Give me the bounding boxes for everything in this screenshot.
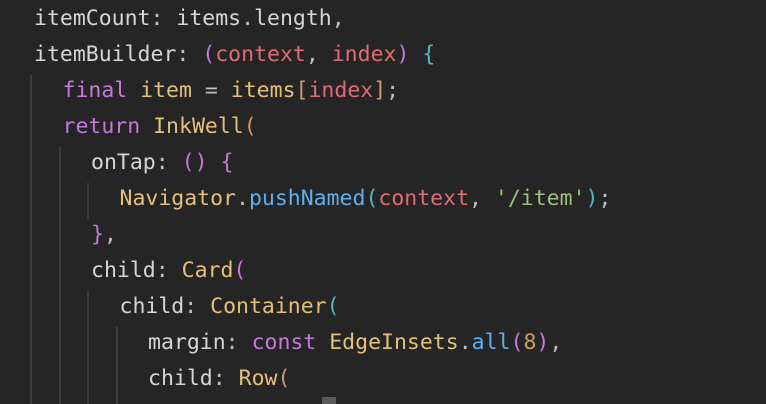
code-line-text: child: Container(: [120, 289, 340, 325]
code-line-text: child: Card(: [91, 253, 246, 289]
code-token-prop: margin: [148, 330, 226, 355]
code-token-fn: pushNamed: [248, 186, 366, 211]
code-line[interactable]: child: Row(: [0, 361, 766, 397]
code-token-bracket: (: [243, 114, 257, 139]
code-token-bracket: [: [295, 78, 309, 103]
code-line-text: onTap: () {: [91, 145, 233, 181]
code-token-param: context: [215, 42, 306, 67]
code-token-class: EdgeInsets: [329, 330, 459, 355]
code-token-num: 8: [523, 330, 537, 355]
code-token-paren2: (: [365, 186, 379, 211]
code-token-punct: .: [458, 330, 472, 355]
code-token-bracket: ]: [373, 78, 387, 103]
code-token-plain: items: [176, 6, 242, 31]
code-token-class: item: [140, 78, 192, 103]
text-cursor: [322, 397, 336, 404]
code-token-kw: const: [251, 330, 330, 355]
code-token-param: context: [378, 186, 470, 211]
code-token-class: InkWell: [153, 114, 244, 139]
code-token-plain: length: [254, 6, 332, 31]
code-line-text: child: Row(: [148, 361, 290, 397]
code-token-paren2: (: [326, 294, 340, 319]
code-line[interactable]: Navigator.pushNamed(context, '/item');: [0, 181, 766, 217]
code-token-paren1: (: [233, 258, 247, 283]
code-token-prop: child: [119, 294, 185, 319]
code-token-paren2: ): [585, 186, 599, 211]
code-token-class: Card: [181, 258, 234, 283]
code-token-punct: :: [184, 294, 211, 319]
code-token-paren1: (: [202, 42, 216, 67]
code-line-text: itemCount: items.length,: [34, 1, 345, 37]
code-line[interactable]: itemBuilder: (context, index) {: [0, 37, 766, 73]
code-token-param: index: [331, 42, 397, 67]
code-token-kw: final: [62, 78, 141, 103]
code-token-punct: ;: [386, 78, 400, 103]
code-line[interactable]: final item = items[index];: [0, 73, 766, 109]
code-token-punct: ,: [331, 6, 345, 31]
code-token-punct: :: [150, 6, 177, 31]
code-line[interactable]: child: Container(: [0, 289, 766, 325]
code-token-punct: :: [176, 42, 203, 67]
code-line-text: },: [91, 217, 117, 253]
code-token-punct: :: [155, 150, 182, 175]
code-token-fn: all: [471, 330, 511, 355]
code-line-text: itemBuilder: (context, index) {: [34, 37, 435, 73]
code-line-text: margin: const EdgeInsets.all(8),: [148, 325, 562, 361]
code-token-prop: itemCount: [34, 6, 151, 31]
code-token-punct: :: [212, 366, 239, 391]
code-line[interactable]: itemCount: items.length,: [0, 1, 766, 37]
code-token-punct: :: [155, 258, 182, 283]
code-line[interactable]: return InkWell(: [0, 109, 766, 145]
code-token-punct: ;: [598, 186, 612, 211]
code-token-prop: child: [148, 366, 213, 391]
code-token-param: index: [308, 78, 374, 103]
code-token-prop: itemBuilder: [34, 42, 177, 67]
code-line-text: final item = items[index];: [63, 73, 400, 109]
code-token-paren1: ): [536, 330, 550, 355]
code-line[interactable]: },: [0, 217, 766, 253]
code-line[interactable]: onTap: () {: [0, 145, 766, 181]
code-token-punct: .: [241, 6, 255, 31]
code-editor[interactable]: itemCount: items.length, itemBuilder: (co…: [0, 0, 766, 404]
code-token-paren2: {: [422, 42, 436, 67]
code-token-paren1: (: [510, 330, 524, 355]
code-token-paren1: }: [91, 222, 104, 247]
code-token-class: Navigator: [119, 186, 237, 211]
code-token-paren1: (): [181, 150, 221, 175]
code-token-punct: =: [191, 78, 231, 103]
code-token-class: Row: [238, 366, 278, 391]
code-line-text: return InkWell(: [63, 109, 257, 145]
code-token-bracket: (: [277, 366, 291, 391]
code-token-prop: child: [91, 258, 156, 283]
code-token-class: Container: [210, 294, 327, 319]
code-line[interactable]: margin: const EdgeInsets.all(8),: [0, 325, 766, 361]
code-token-kw: return: [62, 114, 154, 139]
code-token-punct: ,: [305, 42, 332, 67]
code-token-class: items: [230, 78, 296, 103]
code-token-paren1: {: [220, 150, 234, 175]
code-token-prop: onTap: [91, 150, 156, 175]
code-token-punct: .: [236, 186, 249, 211]
code-line-text: Navigator.pushNamed(context, '/item');: [120, 181, 612, 217]
code-token-punct: ,: [469, 186, 495, 211]
code-token-punct: ,: [549, 330, 563, 355]
code-token-str: '/item': [494, 186, 586, 211]
code-line[interactable]: child: Card(: [0, 253, 766, 289]
code-token-paren1: ): [396, 42, 423, 67]
code-token-punct: :: [225, 330, 252, 355]
code-token-punct: ,: [103, 222, 117, 247]
